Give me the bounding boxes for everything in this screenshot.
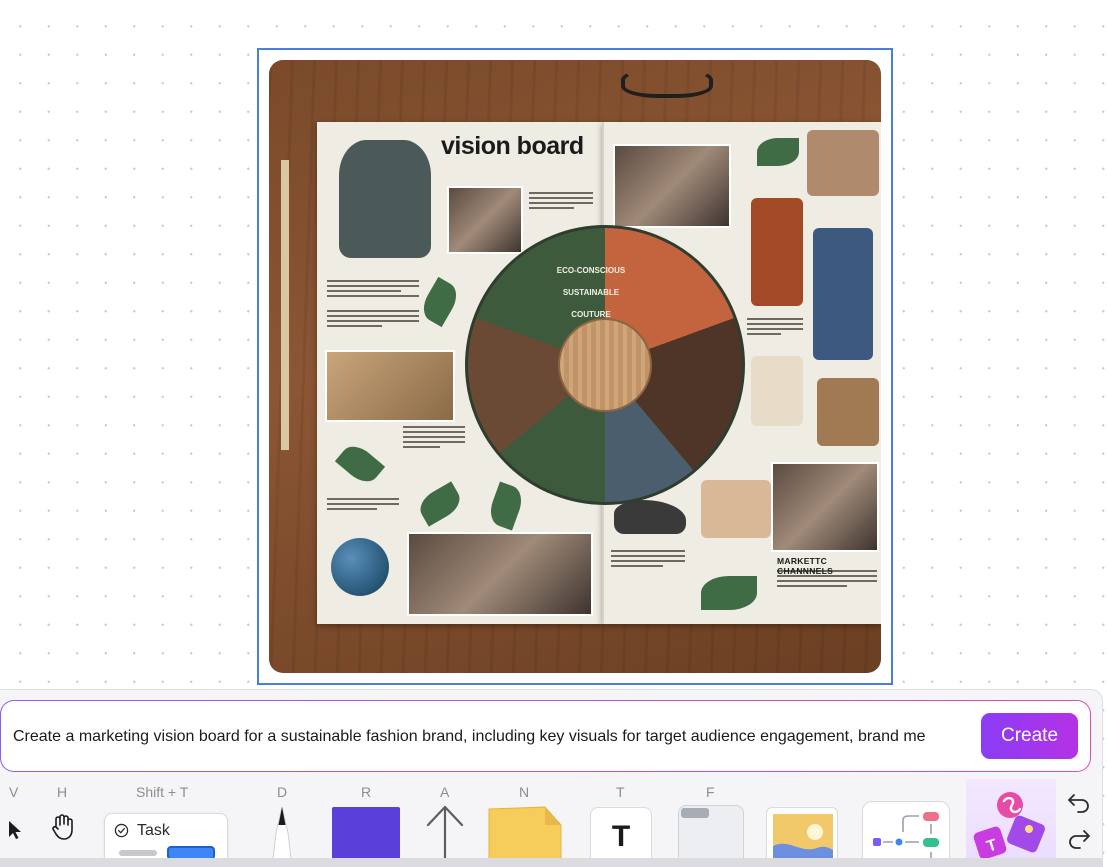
ai-prompt-panel: Create	[0, 689, 1103, 779]
globe-decoration	[331, 538, 389, 596]
overalls-garment	[751, 198, 803, 306]
caption-text-block	[327, 280, 419, 300]
wheel-hub	[558, 318, 652, 412]
shortcut-hand: H	[57, 784, 68, 800]
sunglasses-decoration	[621, 68, 713, 98]
pointer-icon[interactable]	[6, 819, 24, 841]
caption-text-block	[747, 318, 803, 338]
shortcut-text: T	[616, 784, 625, 800]
wheel-labels: ECO-CONSCIOUS SUSTAINABLE COUTURE	[531, 260, 651, 326]
board-title: vision board	[441, 132, 584, 160]
crowd-photo-right	[771, 462, 879, 552]
caption-text-block	[611, 550, 685, 570]
fabric-swatch	[817, 378, 879, 446]
wheel-label-2: SUSTAINABLE	[562, 288, 620, 297]
arrow-up-icon[interactable]	[424, 803, 466, 865]
shortcut-arrow: A	[440, 784, 450, 800]
selected-image-frame[interactable]: vision board ECO-CONSCIOUS SUSTAINABLE C…	[257, 48, 893, 685]
shortcut-sticky: N	[519, 784, 530, 800]
prompt-box: Create	[0, 700, 1091, 772]
check-circle-icon	[114, 823, 129, 838]
hand-icon[interactable]	[48, 812, 78, 842]
jeans-garment	[813, 228, 873, 360]
shortcut-rectangle: R	[361, 784, 372, 800]
wheel-label-1: ECO-CONSCIOUS	[556, 266, 626, 275]
leaf-decoration	[701, 576, 757, 610]
ai-image-generator-tool[interactable]: T	[966, 779, 1056, 867]
pencil-decoration	[281, 160, 289, 450]
redo-icon[interactable]	[1066, 827, 1092, 849]
collage-photo	[613, 144, 731, 228]
bottom-scrollbar[interactable]	[0, 858, 1103, 867]
tank-top-garment	[751, 356, 803, 426]
marketing-channels-label: MARKETTC CHANNNELS	[777, 556, 834, 576]
vision-board-image[interactable]: vision board ECO-CONSCIOUS SUSTAINABLE C…	[269, 60, 881, 673]
crowd-photo-top	[447, 186, 523, 254]
wheel-label-3: COUTURE	[571, 310, 611, 319]
shortcut-select: V	[9, 784, 19, 800]
knit-top-garment	[339, 140, 431, 258]
caption-text-block	[403, 426, 465, 451]
prompt-input[interactable]	[13, 725, 968, 749]
leaf-decoration	[757, 138, 799, 166]
sweater-garment	[807, 130, 879, 196]
ai-sparkle-icon: T	[973, 792, 1045, 860]
caption-text-block	[327, 310, 419, 330]
undo-icon[interactable]	[1066, 791, 1092, 813]
cardigan-garment	[701, 480, 771, 538]
caption-text-block	[327, 498, 399, 513]
caption-text-block	[529, 192, 593, 212]
task-progress-track	[119, 850, 157, 856]
bottom-toolbar: V H Shift + T D R A N T F Task T T	[0, 779, 1103, 867]
task-label: Task	[137, 822, 170, 839]
planters-photo	[325, 350, 455, 422]
create-button[interactable]: Create	[981, 713, 1078, 759]
crowd-photo-bottom-left	[407, 532, 593, 616]
shortcut-pen: D	[277, 784, 288, 800]
shortcut-task: Shift + T	[136, 784, 189, 800]
shortcut-frame: F	[706, 784, 715, 800]
